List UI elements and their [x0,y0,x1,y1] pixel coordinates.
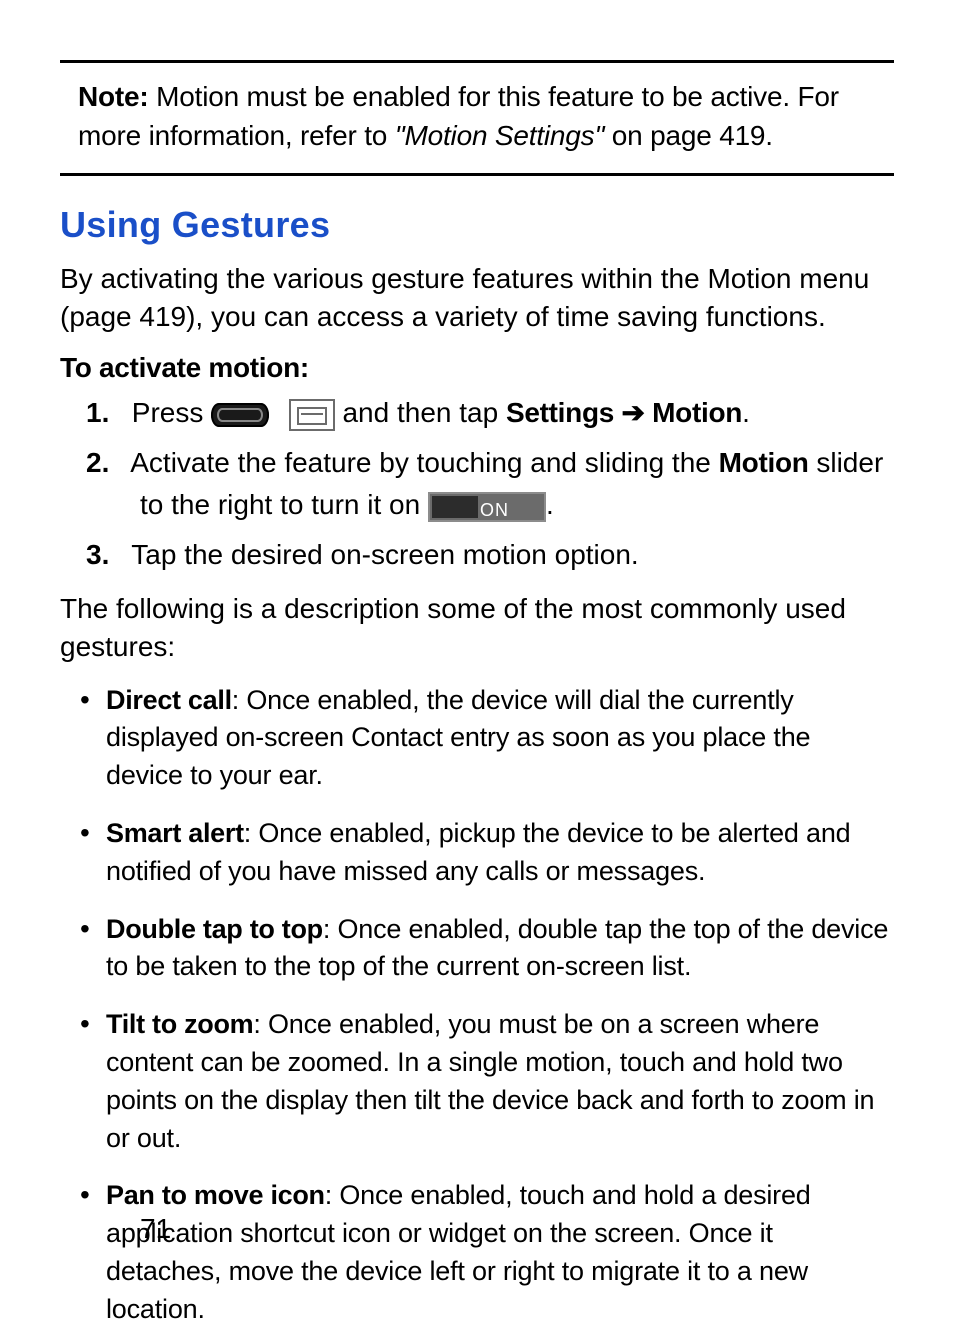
note-label: Note: [78,81,149,112]
note-box: Note: Motion must be enabled for this fe… [60,60,894,176]
bullet-term: Smart alert [106,818,244,848]
gestures-intro: The following is a description some of t… [60,590,894,666]
step1-settings: Settings [506,397,614,428]
note-text: Note: Motion must be enabled for this fe… [60,77,894,155]
arrow-text: ➔ [614,397,652,428]
step1-andthentap: and then tap [335,397,506,428]
page-number: 71 [140,1213,171,1245]
on-toggle-icon: ON [428,492,546,522]
note-body-2: on page 419. [604,120,773,151]
note-reference: "Motion Settings" [395,120,604,151]
menu-button-icon [289,399,335,431]
procedure-subhead: To activate motion: [60,352,894,384]
step3-text: Tap the desired on-screen motion option. [131,539,638,570]
step-2: Activate the feature by touching and sli… [66,442,894,526]
section-title: Using Gestures [60,204,894,246]
list-item: Tilt to zoom: Once enabled, you must be … [60,1004,894,1157]
bullet-term: Double tap to top [106,914,323,944]
home-button-icon [211,403,269,427]
step2-motion: Motion [719,447,809,478]
step2-before: Activate the feature by touching and sli… [130,447,718,478]
gesture-bullet-list: Direct call: Once enabled, the device wi… [60,680,894,1329]
list-item: Direct call: Once enabled, the device wi… [60,680,894,795]
list-item: Smart alert: Once enabled, pickup the de… [60,813,894,891]
manual-page: Note: Motion must be enabled for this fe… [0,0,954,1295]
list-item: Pan to move icon: Once enabled, touch an… [60,1175,894,1328]
list-item: Double tap to top: Once enabled, double … [60,909,894,987]
step2-period: . [546,489,554,520]
bullet-term: Pan to move icon [106,1180,325,1210]
step-1: Press ➔ and then tap Settings ➔ Motion. [66,392,894,434]
step-3: Tap the desired on-screen motion option. [66,534,894,576]
step-list: Press ➔ and then tap Settings ➔ Motion. … [60,392,894,576]
bullet-term: Direct call [106,685,232,715]
bullet-term: Tilt to zoom [106,1009,253,1039]
section-intro: By activating the various gesture featur… [60,260,894,336]
step1-period: . [742,397,750,428]
step1-motion: Motion [652,397,742,428]
step1-press: Press [132,397,211,428]
